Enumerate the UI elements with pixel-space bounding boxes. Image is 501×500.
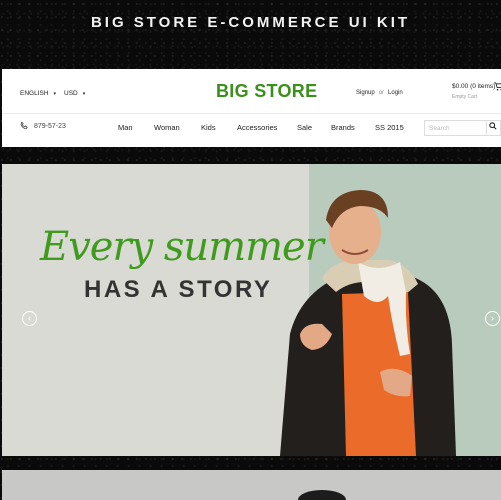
empty-cart-link[interactable]: Empty Cart (452, 94, 477, 100)
chevron-down-icon: ▾ (82, 91, 86, 97)
next-section-preview (2, 470, 501, 500)
nav-item-kids[interactable]: Kids (201, 123, 216, 132)
chevron-right-icon[interactable]: › (485, 311, 500, 326)
nav-item-accessories[interactable]: Accessories (237, 123, 277, 132)
search-icon[interactable] (486, 120, 501, 136)
model-hair-image (298, 490, 346, 500)
auth-links: Signup or Login (356, 90, 403, 96)
search-input[interactable] (424, 120, 487, 136)
phone-number: 879-57-23 (34, 123, 66, 130)
chevron-left-icon[interactable]: ‹ (22, 311, 37, 326)
language-label: ENGLISH (20, 90, 49, 97)
top-bar: ENGLISH ▾ USD ▾ BIG STORE Signup or Login $0… (2, 69, 501, 113)
cart-icon[interactable] (494, 82, 501, 93)
nav-item-man[interactable]: Man (118, 123, 133, 132)
nav-item-sale[interactable]: Sale (297, 123, 312, 132)
login-link[interactable]: Login (388, 90, 403, 96)
language-selector[interactable]: ENGLISH ▾ (20, 90, 56, 97)
nav-item-woman[interactable]: Woman (154, 123, 180, 132)
main-nav: 879-57-23 Man Woman Kids Accessories Sal… (2, 113, 501, 147)
currency-selector[interactable]: USD ▾ (64, 90, 85, 97)
chevron-down-icon: ▾ (53, 91, 57, 97)
store-header: ENGLISH ▾ USD ▾ BIG STORE Signup or Login $0… (2, 69, 501, 147)
kit-title: BIG STORE E-COMMERCE UI KIT (90, 14, 411, 31)
currency-label: USD (64, 90, 78, 97)
brand-logo[interactable]: BIG STORE (216, 81, 317, 102)
phone-icon (20, 121, 28, 132)
or-separator: or (378, 90, 385, 96)
hero-subheadline: HAS A STORY (84, 276, 273, 303)
hero-model-image (280, 190, 456, 456)
cart-total[interactable]: $0.00 (0 items) (452, 83, 495, 90)
signup-link[interactable]: Signup (356, 90, 375, 96)
hero-slider: Every summer HAS A STORY ‹ › (2, 164, 501, 456)
nav-item-ss2015[interactable]: SS 2015 (375, 123, 404, 132)
nav-item-brands[interactable]: Brands (331, 123, 355, 132)
